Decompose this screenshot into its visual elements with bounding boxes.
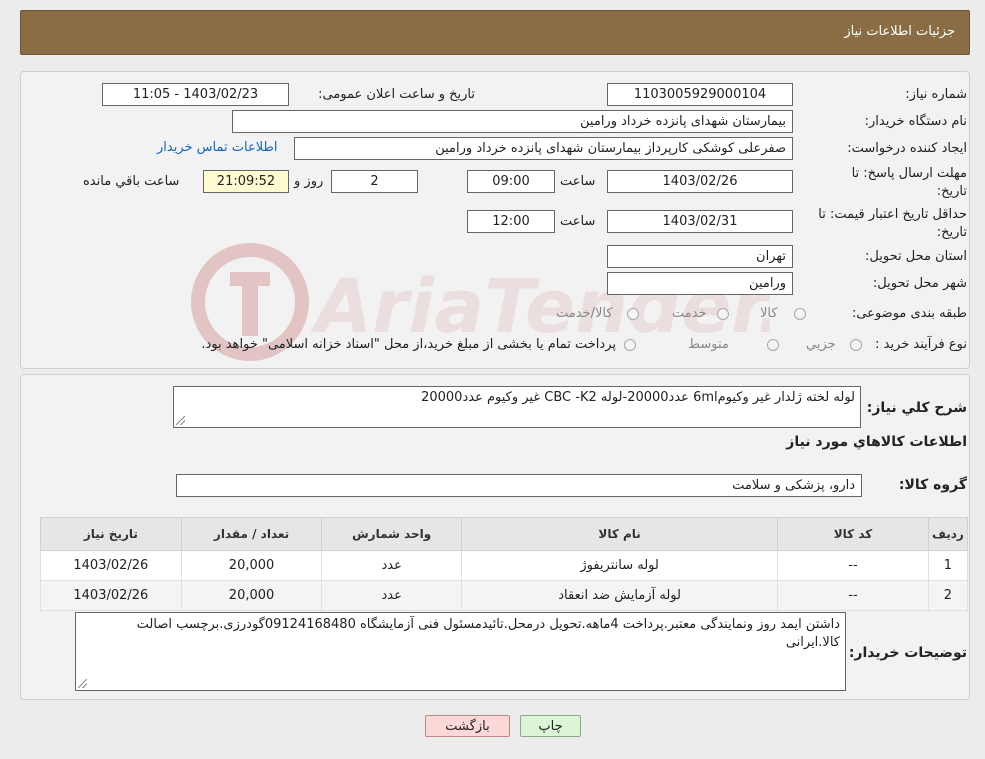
buyer-contact-link[interactable]: اطلاعات تماس خریدار: [157, 140, 277, 155]
category-label: طبقه بندی موضوعی:: [851, 306, 967, 321]
col-header-unit: واحد شمارش: [321, 517, 462, 551]
cell-need-date: 1403/02/26: [40, 550, 182, 581]
deadline-label: مهلت ارسال پاسخ: تا: [851, 166, 967, 181]
table-row: 2 -- لوله آزمایش ضد انعقاد عدد 20,000 14…: [40, 580, 969, 611]
description-textarea[interactable]: لوله لخته ژلدار غیر وکیوم6ml عدد20000-لو…: [173, 386, 861, 428]
province-field: تهران: [607, 245, 793, 268]
category-option-goods: کالا: [760, 306, 778, 321]
deadline-date-field: 1403/02/26: [607, 170, 793, 193]
buyer-field: بیمارستان شهدای پانزده خرداد ورامین: [232, 110, 793, 133]
print-button[interactable]: چاپ: [520, 715, 581, 737]
validity-label: حداقل تاریخ اعتبار قیمت: تا: [818, 207, 967, 222]
category-radio-goods[interactable]: [794, 308, 806, 320]
cell-item-code: --: [777, 580, 929, 611]
cell-item-name: لوله آزمایش ضد انعقاد: [460, 580, 779, 611]
goods-group-field: دارو، پزشکی و سلامت: [176, 474, 862, 497]
process-type-label: نوع فرآیند خرید :: [875, 337, 967, 352]
col-header-need-date: تاریخ نیاز: [40, 517, 182, 551]
deadline-hour-label: ساعت: [560, 174, 596, 189]
table-row: 1 -- لوله سانتریفوژ عدد 20,000 1403/02/2…: [40, 550, 969, 581]
province-label: استان محل تحویل:: [865, 249, 967, 264]
buyer-notes-label: توضیحات خریدار:: [848, 645, 967, 661]
validity-label-2: تاریخ:: [936, 225, 967, 240]
announce-date-label: تاریخ و ساعت اعلان عمومی:: [318, 87, 475, 102]
deadline-label-2: تاریخ:: [936, 184, 967, 199]
cell-item-code: --: [777, 550, 929, 581]
validity-hour-label: ساعت: [560, 214, 596, 229]
city-label: شهر محل تحویل:: [872, 276, 967, 291]
col-header-item-name: نام کالا: [460, 517, 779, 551]
treasury-payment-note: پرداخت تمام یا بخشی از مبلغ خرید،از محل …: [201, 337, 616, 352]
back-button[interactable]: بازگشت: [425, 715, 510, 737]
table-header-row: رديف کد کالا نام کالا واحد شمارش تعداد /…: [40, 517, 969, 551]
page-title: جزئیات اطلاعات نیاز: [844, 24, 955, 39]
cell-row-number: 1: [927, 550, 969, 581]
requester-label: ایجاد کننده درخواست:: [847, 141, 967, 156]
buyer-notes-text: داشتن ایمد روز ونمایندگی معتبر.پرداخت 4م…: [136, 617, 840, 650]
goods-info-title: اطلاعات کالاهاي مورد نياز: [786, 434, 967, 450]
process-option-minor: جزیي: [806, 337, 836, 352]
goods-table: رديف کد کالا نام کالا واحد شمارش تعداد /…: [40, 517, 969, 611]
requester-field: صفرعلی کوشکی کارپرداز بیمارستان شهدای پا…: [294, 137, 793, 160]
city-field: ورامین: [607, 272, 793, 295]
cell-unit: عدد: [321, 550, 462, 581]
process-radio-medium[interactable]: [767, 339, 779, 351]
cell-quantity: 20,000: [180, 550, 323, 581]
cell-quantity: 20,000: [180, 580, 323, 611]
deadline-time-field: 09:00: [467, 170, 555, 193]
cell-need-date: 1403/02/26: [40, 580, 182, 611]
goods-group-label: گروه کالا:: [898, 477, 967, 493]
process-option-medium: متوسط: [688, 337, 729, 352]
col-header-quantity: تعداد / مقدار: [180, 517, 323, 551]
col-header-row-number: رديف: [927, 517, 969, 551]
category-option-service: خدمت: [672, 306, 707, 321]
resize-grip-icon[interactable]: [176, 416, 185, 425]
page-header: جزئیات اطلاعات نیاز: [20, 10, 970, 55]
buyer-notes-textarea[interactable]: داشتن ایمد روز ونمایندگی معتبر.پرداخت 4م…: [75, 612, 846, 691]
buyer-label: نام دستگاه خریدار:: [864, 114, 967, 129]
time-remaining-label: ساعت باقي مانده: [83, 174, 180, 189]
cell-item-name: لوله سانتریفوژ: [460, 550, 779, 581]
category-option-goods-service: کالا/خدمت: [556, 306, 613, 321]
col-header-item-code: کد کالا: [777, 517, 929, 551]
description-label: شرح کلي نياز:: [866, 400, 967, 416]
category-radio-goods-service[interactable]: [627, 308, 639, 320]
validity-time-field: 12:00: [467, 210, 555, 233]
category-radio-service[interactable]: [717, 308, 729, 320]
resize-grip-icon[interactable]: [78, 679, 87, 688]
need-number-label: شماره نیاز:: [905, 87, 967, 102]
cell-row-number: 2: [927, 580, 969, 611]
cell-unit: عدد: [321, 580, 462, 611]
description-text: لوله لخته ژلدار غیر وکیوم6ml عدد20000-لو…: [421, 390, 855, 405]
need-number-field: 1103005929000104: [607, 83, 793, 106]
days-remaining-field: 2: [331, 170, 418, 193]
treasury-payment-checkbox[interactable]: [624, 339, 636, 351]
time-remaining-field: 21:09:52: [203, 170, 289, 193]
days-label: روز و: [294, 174, 324, 189]
announce-date-field: 1403/02/23 - 11:05: [102, 83, 289, 106]
validity-date-field: 1403/02/31: [607, 210, 793, 233]
process-radio-minor[interactable]: [850, 339, 862, 351]
